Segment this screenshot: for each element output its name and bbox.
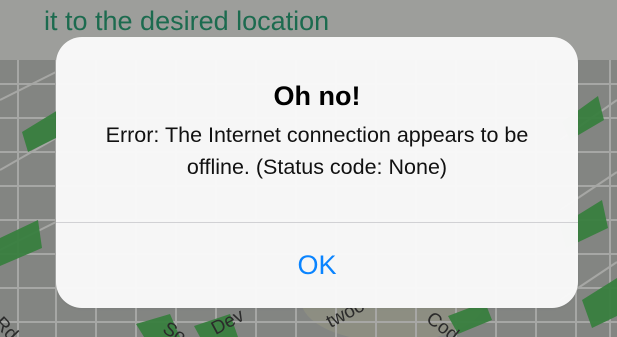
instruction-text: it to the desired location [44,6,330,36]
alert-title: Oh no! [273,81,361,111]
ok-button[interactable]: OK [56,223,578,308]
alert-content: Oh no! Error: The Internet connection ap… [56,37,578,222]
alert-message: Error: The Internet connection appears t… [105,123,529,179]
error-alert: Oh no! Error: The Internet connection ap… [56,37,578,308]
error-screen: it to the desired location Rd So Dev two… [0,0,617,337]
